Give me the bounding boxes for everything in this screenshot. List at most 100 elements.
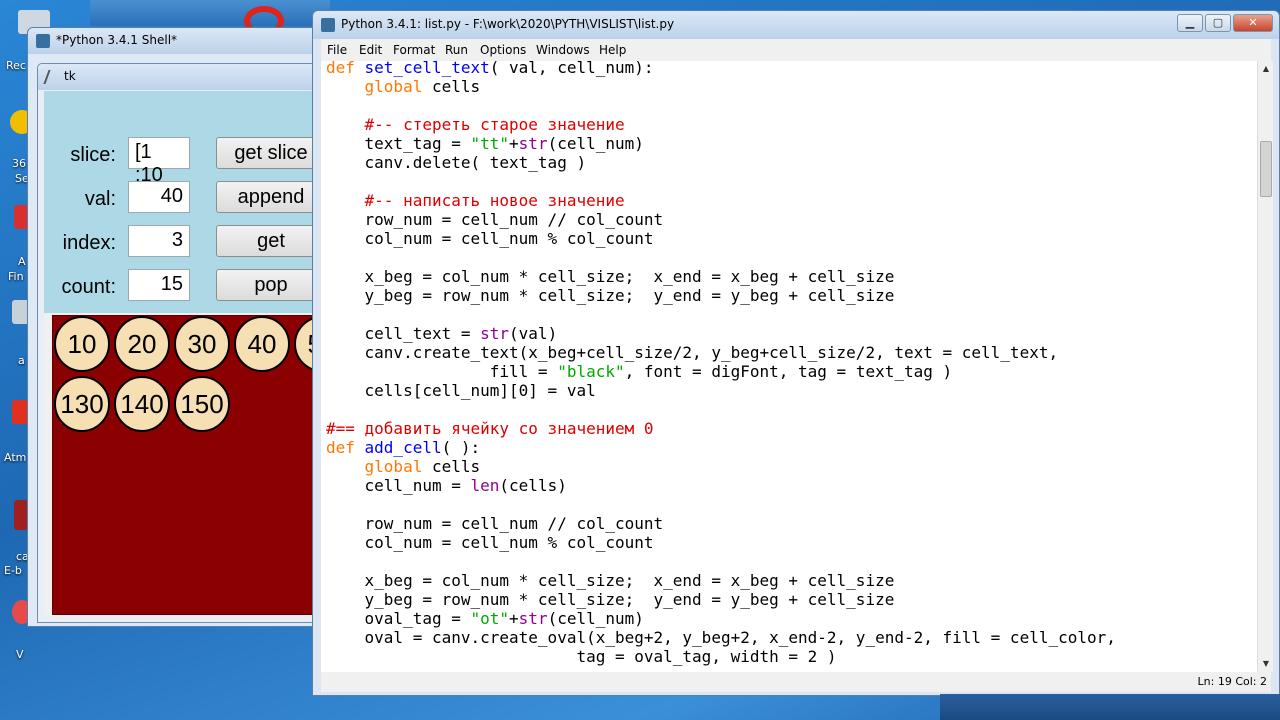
code-token: y_beg = row_num * cell_size; y_end = y_b…	[326, 286, 895, 305]
code-line: cell_num = len(cells)	[326, 476, 567, 495]
editor-titlebar[interactable]: Python 3.4.1: list.py - F:\work\2020\PYT…	[313, 11, 1279, 39]
desktop-label-36: 36	[12, 157, 26, 170]
code-line: canv.create_text(x_beg+cell_size/2, y_be…	[326, 343, 1059, 362]
app-icon-book[interactable]	[14, 500, 28, 530]
list-cell: 140	[114, 376, 170, 432]
code-token: str	[518, 134, 548, 153]
code-token: canv.create_text(x_beg+cell_size/2, y_be…	[326, 343, 1059, 362]
idle-editor-window: Python 3.4.1: list.py - F:\work\2020\PYT…	[312, 10, 1280, 696]
code-editor[interactable]: def set_cell_text( val, cell_num): globa…	[321, 61, 1257, 672]
code-token: col_num = cell_num % col_count	[326, 533, 654, 552]
code-line: text_tag = "tt"+str(cell_num)	[326, 134, 644, 153]
menu-format[interactable]: Format	[393, 43, 435, 57]
menubar: File Edit Format Run Options Windows Hel…	[321, 39, 1271, 61]
code-token: (val)	[509, 324, 558, 343]
vertical-scrollbar[interactable]: ▲ ▼	[1257, 61, 1273, 672]
code-token: len	[470, 476, 500, 495]
code-line: x_beg = col_num * cell_size; x_end = x_b…	[326, 571, 895, 590]
code-token: +	[509, 134, 519, 153]
code-line: y_beg = row_num * cell_size; y_end = y_b…	[326, 590, 895, 609]
append-button[interactable]: append	[216, 181, 326, 213]
count-entry[interactable]: 15	[128, 269, 190, 301]
code-line: row_num = cell_num // col_count	[326, 210, 664, 229]
code-token: global	[364, 77, 423, 96]
code-line: global cells	[326, 77, 481, 96]
menu-help[interactable]: Help	[599, 43, 626, 57]
code-token: ( ):	[441, 438, 481, 457]
code-token: row_num = cell_num // col_count	[326, 514, 664, 533]
code-token: "tt"	[470, 134, 510, 153]
code-token: add_cell	[364, 438, 442, 457]
code-line: oval_tag = "ot"+str(cell_num)	[326, 609, 644, 628]
code-token: #-- написать новое значение	[326, 191, 625, 210]
scroll-thumb[interactable]	[1260, 141, 1272, 197]
code-line: x_beg = col_num * cell_size; x_end = x_b…	[326, 267, 895, 286]
shell-titlebar[interactable]: *Python 3.4.1 Shell*	[28, 28, 326, 54]
shell-title: *Python 3.4.1 Shell*	[56, 33, 178, 47]
pop-button[interactable]: pop	[216, 269, 326, 301]
code-token: set_cell_text	[364, 61, 490, 77]
desktop-label-rec: Rec	[6, 59, 26, 72]
code-token: cells	[422, 457, 481, 476]
get-button[interactable]: get	[216, 225, 326, 257]
code-token: row_num = cell_num // col_count	[326, 210, 664, 229]
tk-controls-panel: slice: [1 :10 get slice val: 40 append i…	[44, 91, 334, 313]
menu-edit[interactable]: Edit	[359, 43, 382, 57]
scroll-up-icon[interactable]: ▲	[1258, 61, 1274, 77]
close-icon[interactable]: ✕	[1233, 14, 1273, 32]
feather-icon	[43, 70, 57, 84]
statusbar: Ln: 19 Col: 2	[321, 672, 1271, 692]
code-token: , font = digFont, tag = text_tag )	[624, 362, 953, 381]
code-line: #-- написать новое значение	[326, 191, 625, 210]
val-entry[interactable]: 40	[128, 181, 190, 213]
menu-run[interactable]: Run	[445, 43, 468, 57]
background-window	[90, 0, 330, 26]
code-token: str	[480, 324, 510, 343]
code-token: global	[364, 457, 423, 476]
code-line: cell_text = str(val)	[326, 324, 558, 343]
code-line: canv.delete( text_tag )	[326, 153, 587, 172]
slice-label: slice:	[70, 144, 116, 166]
code-token: (cells)	[499, 476, 567, 495]
list-cell: 10	[54, 316, 110, 372]
code-token: x_beg = col_num * cell_size; x_end = x_b…	[326, 571, 895, 590]
menu-windows[interactable]: Windows	[536, 43, 590, 57]
code-line: row_num = cell_num // col_count	[326, 514, 664, 533]
list-canvas: 1020304050130140150	[52, 315, 334, 615]
desktop-label-v: V	[16, 648, 24, 661]
desktop-label-atm: Atm	[4, 451, 27, 464]
code-line: col_num = cell_num % col_count	[326, 533, 654, 552]
code-token: canv.delete( text_tag )	[326, 153, 587, 172]
index-entry[interactable]: 3	[128, 225, 190, 257]
scroll-down-icon[interactable]: ▼	[1258, 656, 1274, 672]
tk-titlebar[interactable]: tk	[38, 64, 326, 90]
code-line: cells[cell_num][0] = val	[326, 381, 596, 400]
get-slice-button[interactable]: get slice	[216, 137, 326, 169]
code-token: def	[326, 61, 365, 77]
code-token: ( val, cell_num):	[489, 61, 654, 77]
code-line: def set_cell_text( val, cell_num):	[326, 61, 654, 77]
code-line: oval = canv.create_oval(x_beg+2, y_beg+2…	[326, 628, 1116, 647]
list-cell: 40	[234, 316, 290, 372]
code-token: cells	[422, 77, 481, 96]
code-token: str	[518, 609, 548, 628]
maximize-icon[interactable]: ▢	[1205, 14, 1231, 32]
list-cell: 20	[114, 316, 170, 372]
code-token: "black"	[557, 362, 625, 381]
slice-entry[interactable]: [1 :10	[128, 137, 190, 186]
list-cell: 30	[174, 316, 230, 372]
code-line: #-- стереть старое значение	[326, 115, 625, 134]
code-token: cells[cell_num][0] = val	[326, 381, 596, 400]
menu-file[interactable]: File	[327, 43, 347, 57]
code-token: def	[326, 438, 365, 457]
desktop-label-eb: E-b	[4, 564, 22, 577]
code-token: oval = canv.create_oval(x_beg+2, y_beg+2…	[326, 628, 1116, 647]
desktop-label-a: A	[18, 255, 26, 268]
menu-options[interactable]: Options	[480, 43, 526, 57]
minimize-icon[interactable]: ▁	[1177, 14, 1203, 32]
code-token: col_num = cell_num % col_count	[326, 229, 654, 248]
desktop-label-fin: Fin	[8, 270, 24, 283]
python-icon	[36, 34, 50, 48]
code-line: global cells	[326, 457, 481, 476]
